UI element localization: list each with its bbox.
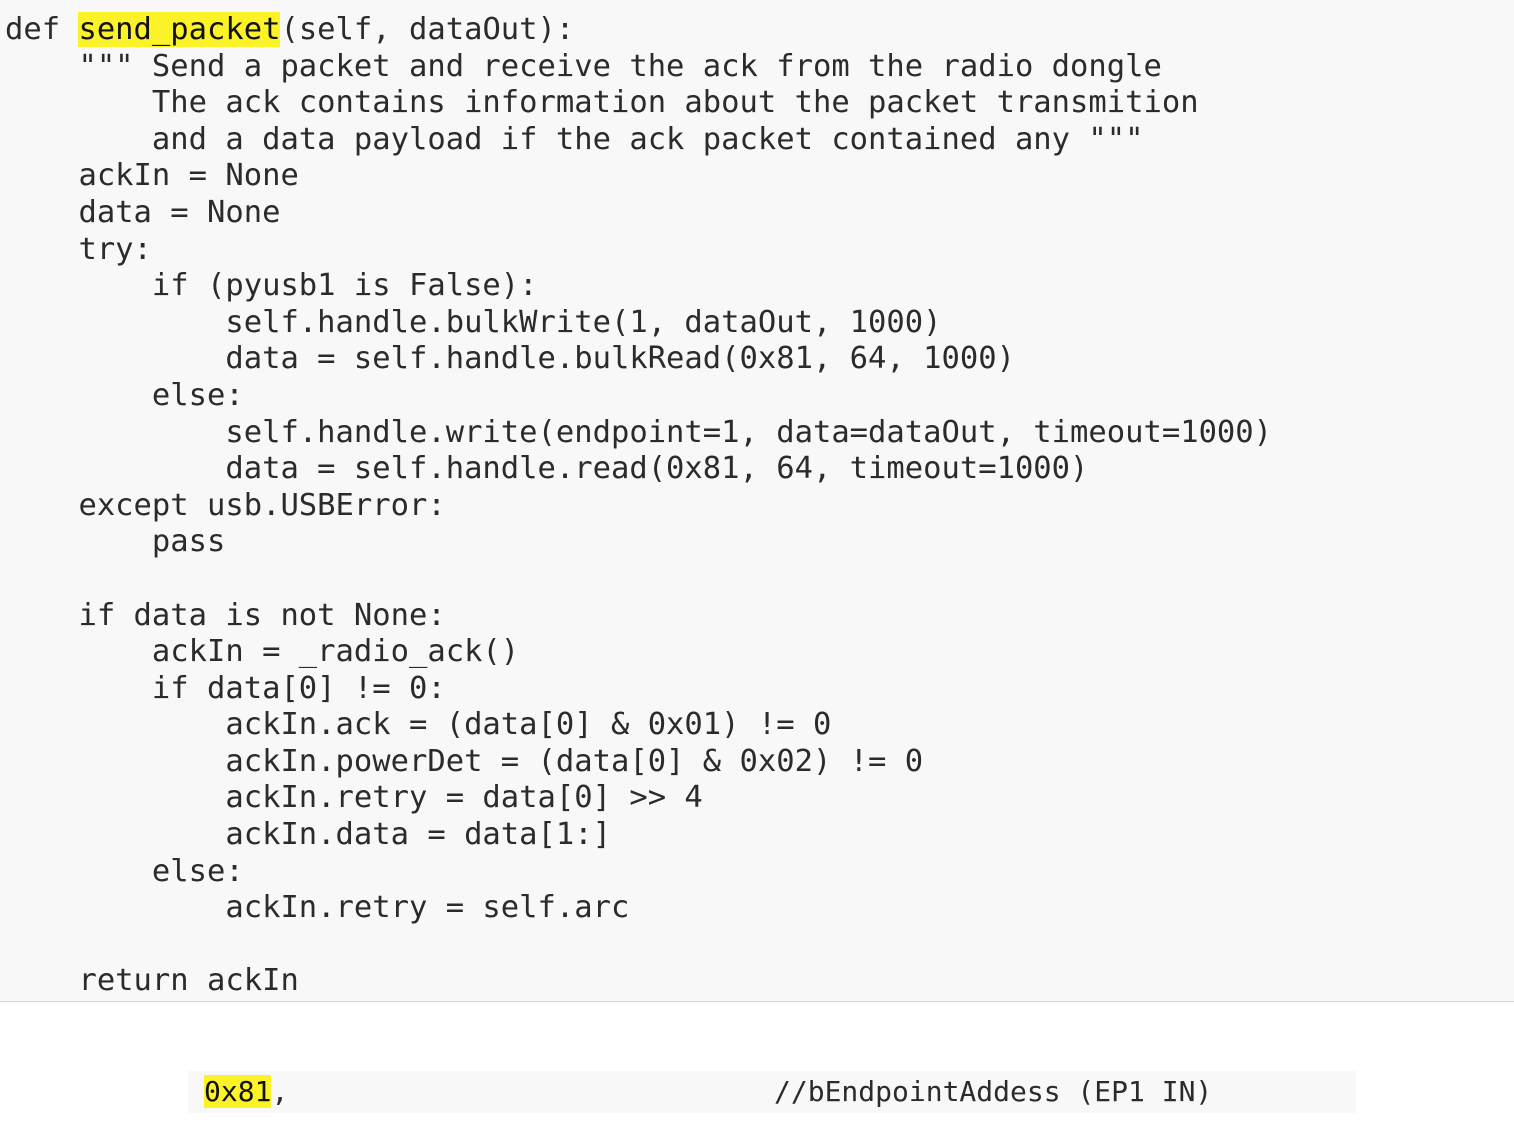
code-line-5: ackIn = None xyxy=(5,158,299,194)
highlighted-endpoint-address: 0x81 xyxy=(204,1075,272,1108)
snippet-comma: , xyxy=(271,1075,289,1108)
code-line-1-prefix: def xyxy=(5,12,79,47)
descriptor-snippet: 0x81, //bEndpointAddess (EP1 IN) xyxy=(188,1071,1356,1113)
code-line-10: data = self.handle.bulkRead(0x81, 64, 10… xyxy=(5,341,1015,377)
code-line-20: ackIn.ack = (data[0] & 0x01) != 0 xyxy=(5,707,832,743)
code-line-24: else: xyxy=(5,853,244,889)
code-line-23: ackIn.data = data[1:] xyxy=(5,817,611,853)
code-line-9: self.handle.bulkWrite(1, dataOut, 1000) xyxy=(5,304,942,340)
code-line-3: The ack contains information about the p… xyxy=(5,85,1199,121)
code-line-1-suffix: (self, dataOut): xyxy=(280,12,575,47)
code-line-27: return ackIn xyxy=(5,963,299,999)
code-line-6: data = None xyxy=(5,194,281,230)
code-line-17: if data is not None: xyxy=(5,597,446,633)
code-line-2: """ Send a packet and receive the ack fr… xyxy=(5,48,1162,84)
code-line-11: else: xyxy=(5,377,244,413)
code-line-19: if data[0] != 0: xyxy=(5,670,446,706)
code-line-13: data = self.handle.read(0x81, 64, timeou… xyxy=(5,451,1089,487)
code-line-15: pass xyxy=(5,524,226,560)
code-line-14: except usb.USBError: xyxy=(5,487,446,523)
code-block: def send_packet(self, dataOut): """ Send… xyxy=(5,12,1272,1000)
code-panel: def send_packet(self, dataOut): """ Send… xyxy=(0,0,1514,1002)
snippet-value-line: 0x81, xyxy=(204,1075,288,1109)
code-line-25: ackIn.retry = self.arc xyxy=(5,890,630,926)
code-line-22: ackIn.retry = data[0] >> 4 xyxy=(5,780,703,816)
snippet-comment: //bEndpointAddess (EP1 IN) xyxy=(774,1075,1213,1108)
code-line-4: and a data payload if the ack packet con… xyxy=(5,121,1144,157)
code-line-1: def send_packet(self, dataOut): xyxy=(5,12,1272,49)
code-line-8: if (pyusb1 is False): xyxy=(5,268,538,304)
code-line-18: ackIn = _radio_ack() xyxy=(5,634,520,670)
code-line-21: ackIn.powerDet = (data[0] & 0x02) != 0 xyxy=(5,743,924,779)
highlighted-function-name: send_packet xyxy=(78,12,281,47)
code-line-7: try: xyxy=(5,231,152,267)
code-line-12: self.handle.write(endpoint=1, data=dataO… xyxy=(5,414,1273,450)
